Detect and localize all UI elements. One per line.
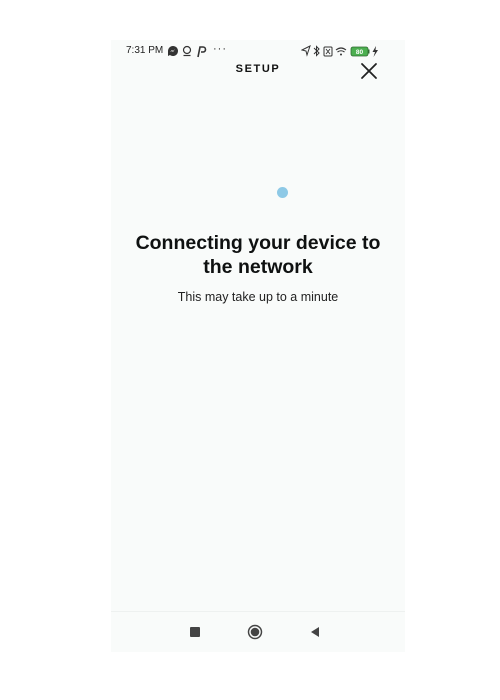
recents-button[interactable] [187, 624, 203, 640]
connecting-subtitle: This may take up to a minute [177, 290, 339, 304]
back-icon[interactable] [307, 624, 323, 640]
header: SETUP [111, 58, 405, 84]
phone-screen: 7:31 PM ··· 80 SETUP Connecting your dev… [111, 40, 405, 652]
status-icons-left [168, 45, 207, 58]
battery-level: 80 [356, 49, 364, 56]
back-button[interactable] [307, 624, 323, 640]
loading-spinner [277, 187, 288, 198]
system-nav-bar [111, 611, 405, 652]
home-button[interactable] [247, 624, 263, 640]
screenshot-viewport: 7:31 PM ··· 80 SETUP Connecting your dev… [0, 0, 500, 700]
battery-icon: 80 [350, 46, 370, 57]
pinterest-icon [197, 46, 207, 58]
close-button[interactable] [358, 60, 380, 82]
sim-icon [323, 46, 333, 57]
location-icon [301, 45, 311, 57]
close-icon[interactable] [358, 60, 380, 82]
home-icon[interactable] [247, 624, 263, 640]
messenger-icon [168, 46, 178, 56]
status-time: 7:31 PM [126, 45, 164, 56]
alexa-icon [182, 45, 192, 57]
recents-icon[interactable] [187, 624, 203, 640]
connecting-title: Connecting your device to the network [135, 232, 381, 278]
charging-icon [372, 46, 378, 57]
bluetooth-icon [313, 45, 320, 57]
wifi-icon [335, 47, 347, 56]
status-icons-right: 80 [301, 45, 378, 57]
status-more-dots: ··· [213, 43, 227, 55]
